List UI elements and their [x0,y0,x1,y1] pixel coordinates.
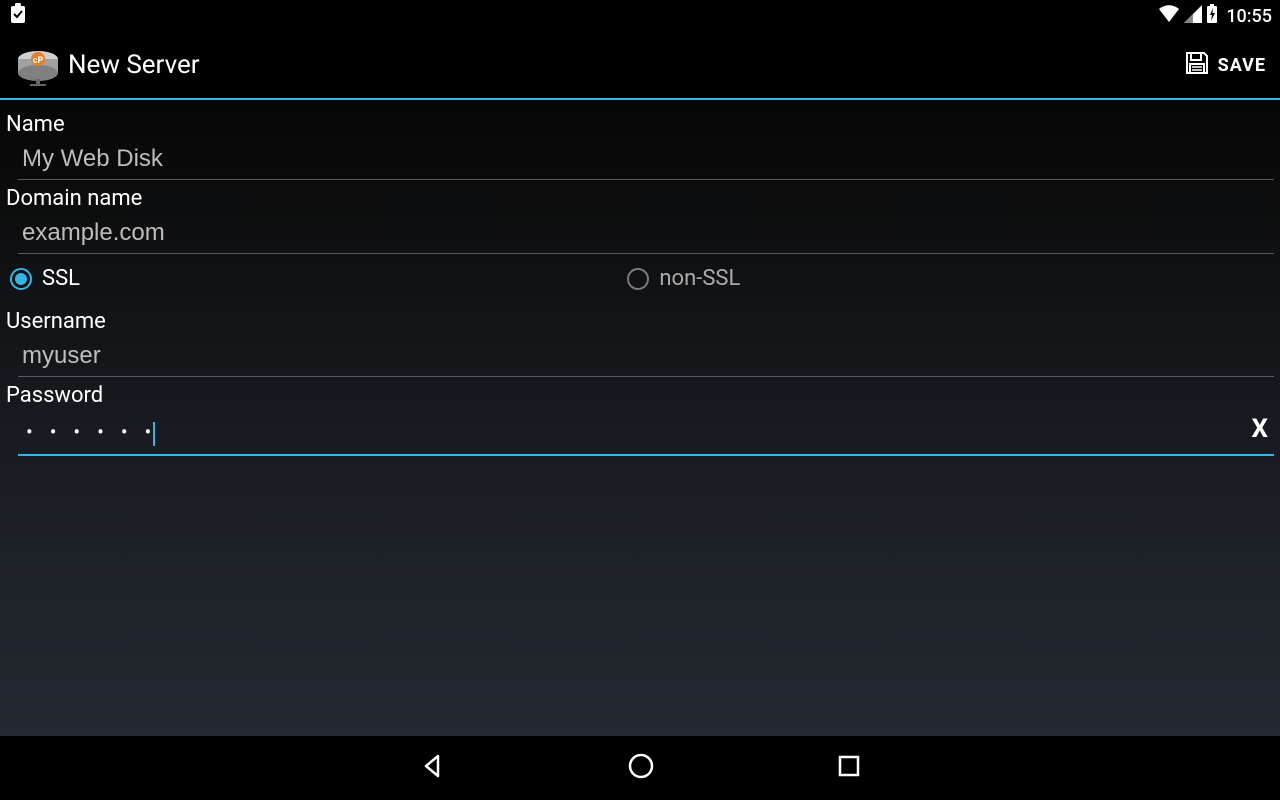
save-disk-icon [1184,50,1210,80]
nonssl-radio[interactable]: non-SSL [627,266,740,291]
page-title: New Server [68,50,200,80]
server-icon: cP [14,47,58,83]
home-button[interactable] [626,751,656,785]
username-label: Username [6,303,1274,336]
ssl-radio[interactable]: SSL [10,266,627,291]
password-field[interactable]: • • • • • • [18,410,1274,456]
password-masked-value: • • • • • • [26,420,157,444]
recent-apps-button[interactable] [836,753,862,783]
domain-field[interactable] [18,213,1274,254]
ssl-radio-label: SSL [42,266,80,291]
radio-selected-icon [10,268,32,290]
status-time: 10:55 [1226,6,1272,27]
username-field[interactable] [18,336,1274,377]
wifi-icon [1158,5,1180,27]
status-bar: 10:55 [0,0,1280,32]
save-button[interactable]: SAVE [1184,50,1266,80]
navigation-bar [0,736,1280,800]
svg-text:cP: cP [33,56,44,66]
name-label: Name [6,106,1274,139]
save-button-label: SAVE [1218,55,1266,76]
clipboard-icon [8,3,28,29]
name-field[interactable] [18,139,1274,180]
signal-icon [1184,5,1202,27]
ssl-radio-group: SSL non-SSL [6,254,1274,303]
domain-label: Domain name [6,180,1274,213]
nonssl-radio-label: non-SSL [659,266,740,291]
text-cursor [153,422,155,446]
back-button[interactable] [418,752,446,784]
app-header: cP New Server SAVE [0,32,1280,100]
form-area: Name Domain name SSL non-SSL Username Pa… [0,100,1280,456]
clear-password-button[interactable]: X [1251,414,1268,444]
battery-charging-icon [1206,4,1218,28]
radio-unselected-icon [627,268,649,290]
password-label: Password [6,377,1274,410]
